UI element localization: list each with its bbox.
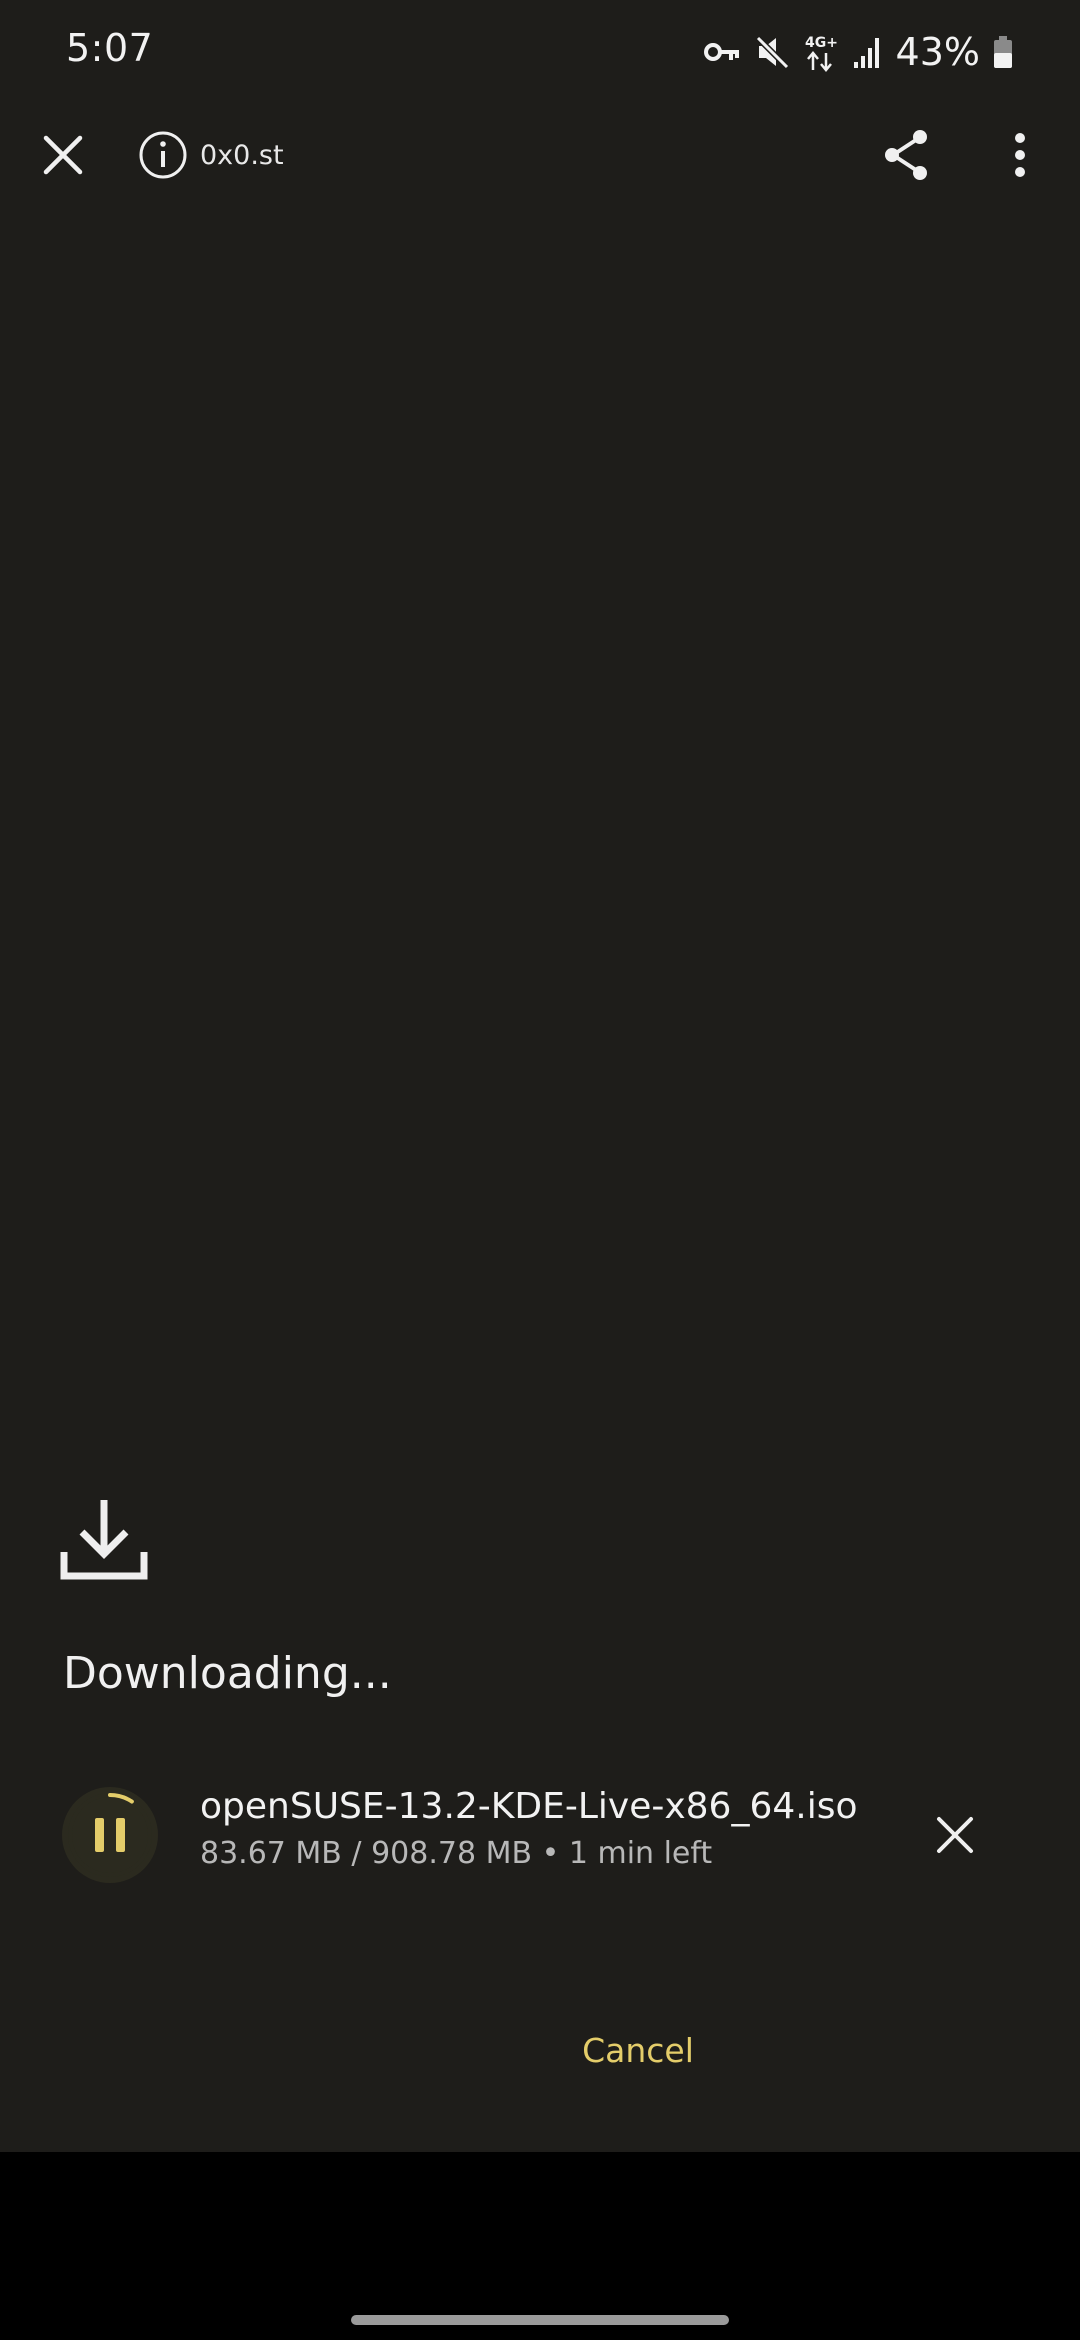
share-icon [885, 130, 927, 180]
time-left: 1 min left [568, 1836, 713, 1871]
network-label: 4G+ [805, 35, 838, 51]
file-progress-text: 83.67 MB / 908.78 MB • 1 min left [200, 1836, 712, 1871]
progress-ring [68, 1793, 152, 1877]
signal-icon [853, 38, 879, 68]
vpn-key-icon [703, 43, 739, 61]
cancel-button[interactable]: Cancel [560, 2018, 716, 2082]
download-icon [60, 1500, 148, 1580]
more-options-button[interactable] [975, 110, 1065, 200]
screen: 5:07 4G+ 43% 0x0.st Downloading... openS… [0, 0, 1080, 2340]
total-size: 908.78 MB [371, 1836, 533, 1871]
downloaded-size: 83.67 MB [200, 1836, 342, 1871]
gesture-nav-handle[interactable] [351, 2315, 729, 2325]
remove-download-button[interactable] [910, 1790, 1000, 1880]
size-separator: / [341, 1836, 372, 1871]
more-vert-icon [1015, 133, 1025, 177]
status-time: 5:07 [66, 26, 154, 70]
file-name: openSUSE-13.2-KDE-Live-x86_64.iso [200, 1786, 858, 1827]
pause-button[interactable] [62, 1787, 158, 1883]
browser-download-screen: 5:07 4G+ 43% 0x0.st Downloading... openS… [0, 0, 1080, 2152]
close-button[interactable] [18, 110, 108, 200]
pause-icon [95, 1818, 125, 1852]
close-icon [937, 1817, 973, 1853]
downloading-title: Downloading... [63, 1648, 392, 1699]
battery-icon [994, 36, 1012, 68]
status-bar: 5:07 4G+ 43% [0, 0, 1080, 100]
top-toolbar: 0x0.st [0, 110, 1080, 200]
site-label: 0x0.st [200, 139, 284, 171]
network-4g-icon: 4G+ [805, 35, 838, 72]
muted-speaker-icon [755, 35, 789, 70]
share-button[interactable] [862, 110, 952, 200]
info-icon [139, 131, 187, 179]
download-item: openSUSE-13.2-KDE-Live-x86_64.iso 83.67 … [0, 1780, 1080, 1900]
dot-separator: • [532, 1836, 569, 1871]
status-icons: 4G+ 43% [690, 24, 1014, 80]
close-icon [43, 135, 83, 175]
site-info-button[interactable]: 0x0.st [138, 128, 284, 182]
battery-percent: 43% [895, 30, 980, 74]
